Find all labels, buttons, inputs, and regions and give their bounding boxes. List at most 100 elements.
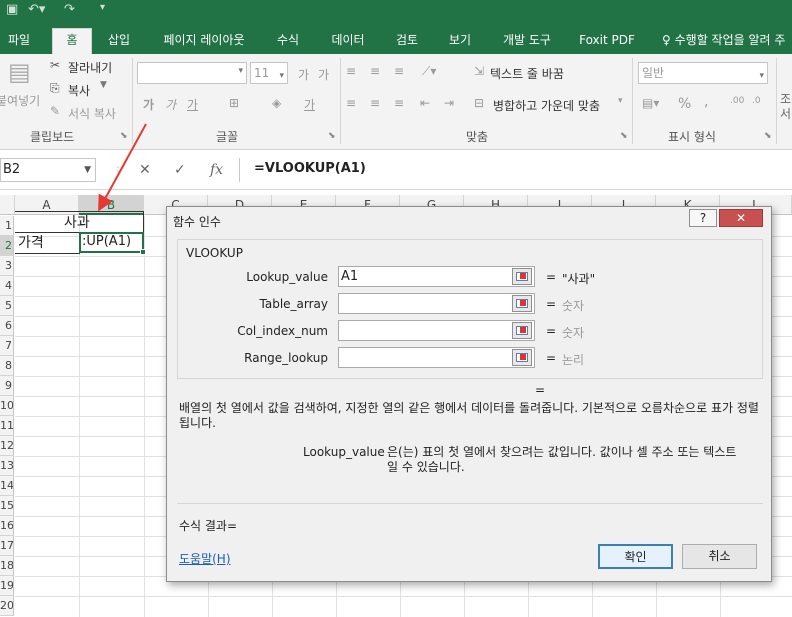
- col-index-num-collapse-icon[interactable]: [512, 322, 532, 339]
- tab-developer[interactable]: 개발 도구: [494, 29, 560, 54]
- insert-function-icon[interactable]: fx: [210, 162, 223, 178]
- merge-center-button[interactable]: 병합하고 가운데 맞춤: [493, 97, 600, 114]
- formula-input[interactable]: =VLOOKUP(A1): [239, 158, 792, 182]
- increase-indent-icon[interactable]: ⇥: [444, 96, 454, 110]
- clipboard-launcher-icon[interactable]: ⬊: [120, 131, 128, 141]
- paste-button[interactable]: 붙여넣기: [0, 92, 40, 109]
- name-box-dropdown-icon[interactable]: ▼: [84, 159, 91, 181]
- col-index-num-input[interactable]: [338, 320, 535, 341]
- align-middle-icon[interactable]: ≡: [370, 64, 380, 78]
- row-header-17[interactable]: 17: [0, 536, 14, 556]
- decrease-indent-icon[interactable]: ⇤: [420, 96, 430, 110]
- fill-handle[interactable]: [140, 249, 146, 255]
- row-header-20[interactable]: 20: [0, 596, 14, 616]
- font-size-combobox[interactable]: 11 ▾: [250, 62, 288, 84]
- alignment-launcher-icon[interactable]: ⬊: [620, 131, 628, 141]
- row-header-15[interactable]: 15: [0, 496, 14, 516]
- range-lookup-input[interactable]: [338, 347, 535, 368]
- row-header-6[interactable]: 6: [0, 316, 14, 336]
- align-top-icon[interactable]: ≡: [346, 64, 356, 78]
- cancel-entry-icon[interactable]: ✕: [139, 162, 151, 178]
- name-box[interactable]: B2 ▼: [0, 158, 96, 182]
- redo-icon[interactable]: ↷: [64, 2, 75, 17]
- row-header-14[interactable]: 14: [0, 476, 14, 496]
- row-header-8[interactable]: 8: [0, 356, 14, 376]
- customize-quick-access-icon[interactable]: ▾: [100, 2, 105, 13]
- copy-button[interactable]: 복사: [68, 82, 90, 99]
- shrink-font-button[interactable]: 가: [318, 66, 329, 83]
- active-cell-b2[interactable]: :UP(A1): [79, 232, 146, 255]
- cell-a2[interactable]: 가격: [18, 233, 44, 253]
- font-color-button[interactable]: 가: [304, 96, 315, 113]
- row-header-3[interactable]: 3: [0, 256, 14, 276]
- comma-button[interactable]: ,: [704, 94, 708, 110]
- tell-me-search[interactable]: ♀ 수행할 작업을 알려 주: [662, 29, 792, 54]
- tab-data[interactable]: 데이터: [324, 29, 372, 54]
- formula-bar-grip-icon[interactable]: ⋮: [112, 164, 124, 178]
- save-icon[interactable]: ▣: [6, 2, 18, 17]
- align-right-icon[interactable]: ≡: [394, 96, 404, 110]
- underline-button[interactable]: 가: [187, 96, 198, 113]
- cancel-button[interactable]: 취소: [682, 544, 757, 569]
- row-header-11[interactable]: 11: [0, 416, 14, 436]
- borders-icon[interactable]: ⊞: [229, 96, 239, 110]
- font-launcher-icon[interactable]: ⬊: [328, 131, 336, 141]
- lookup-value-input[interactable]: A1: [338, 266, 535, 287]
- paste-icon[interactable]: ▤: [8, 58, 31, 86]
- row-header-19[interactable]: 19: [0, 576, 14, 596]
- range-lookup-collapse-icon[interactable]: [512, 349, 532, 366]
- bold-button[interactable]: 가: [143, 96, 154, 113]
- currency-icon[interactable]: ▤▾: [642, 96, 659, 110]
- row-header-2[interactable]: 2: [0, 236, 14, 256]
- cut-button[interactable]: 잘라내기: [68, 59, 112, 76]
- format-painter-button[interactable]: 서식 복사: [68, 105, 116, 122]
- row-header-1[interactable]: 1: [0, 216, 14, 236]
- align-left-icon[interactable]: ≡: [346, 96, 356, 110]
- increase-decimal-icon[interactable]: .00: [730, 96, 744, 106]
- ok-button[interactable]: 확인: [598, 544, 673, 569]
- dialog-help-button[interactable]: ?: [689, 209, 717, 227]
- select-all-corner[interactable]: [0, 195, 15, 215]
- row-header-9[interactable]: 9: [0, 376, 14, 396]
- decrease-decimal-icon[interactable]: .0: [752, 96, 761, 106]
- conditional-format-cut-label[interactable]: 조 서: [780, 92, 791, 122]
- tab-review[interactable]: 검토: [386, 29, 428, 54]
- tab-formulas[interactable]: 수식: [268, 29, 308, 54]
- row-header-16[interactable]: 16: [0, 516, 14, 536]
- font-name-combobox[interactable]: ▾: [137, 62, 247, 84]
- row-header-4[interactable]: 4: [0, 276, 14, 296]
- undo-icon[interactable]: ↶▾: [28, 2, 45, 17]
- dialog-close-button[interactable]: ✕: [719, 209, 763, 227]
- help-link[interactable]: 도움말(H): [179, 550, 231, 567]
- number-format-combobox[interactable]: 일반 ▾: [638, 62, 768, 84]
- orientation-icon[interactable]: ⟋▾: [422, 64, 436, 79]
- enter-entry-icon[interactable]: ✓: [174, 162, 186, 178]
- row-header-7[interactable]: 7: [0, 336, 14, 356]
- italic-button[interactable]: 가: [165, 96, 176, 113]
- cell-b2[interactable]: :UP(A1): [82, 232, 131, 252]
- tab-file[interactable]: 파일: [0, 29, 38, 54]
- percent-button[interactable]: %: [678, 96, 691, 112]
- wrap-text-button[interactable]: 텍스트 줄 바꿈: [490, 65, 564, 82]
- tab-insert[interactable]: 삽입: [100, 29, 138, 54]
- align-bottom-icon[interactable]: ≡: [394, 64, 404, 78]
- table-array-input[interactable]: [338, 293, 535, 314]
- tab-page-layout[interactable]: 페이지 레이아웃: [152, 29, 256, 54]
- number-launcher-icon[interactable]: ⬊: [764, 131, 772, 141]
- row-header-12[interactable]: 12: [0, 436, 14, 456]
- merge-dropdown-icon[interactable]: ▾: [618, 96, 623, 106]
- row-header-13[interactable]: 13: [0, 456, 14, 476]
- tab-view[interactable]: 보기: [440, 29, 480, 54]
- cell-b1[interactable]: 사과: [64, 213, 90, 233]
- tab-home[interactable]: 홈: [52, 28, 92, 54]
- align-center-icon[interactable]: ≡: [370, 96, 380, 110]
- grow-font-button[interactable]: 가: [298, 66, 309, 83]
- copy-dropdown-icon[interactable]: ▼: [100, 80, 107, 90]
- lookup-value-collapse-icon[interactable]: [512, 268, 532, 285]
- row-header-10[interactable]: 10: [0, 396, 14, 416]
- tab-foxit-pdf[interactable]: Foxit PDF: [574, 29, 640, 54]
- table-array-collapse-icon[interactable]: [512, 295, 532, 312]
- fill-color-icon[interactable]: ◈: [272, 96, 281, 110]
- row-header-5[interactable]: 5: [0, 296, 14, 316]
- row-header-18[interactable]: 18: [0, 556, 14, 576]
